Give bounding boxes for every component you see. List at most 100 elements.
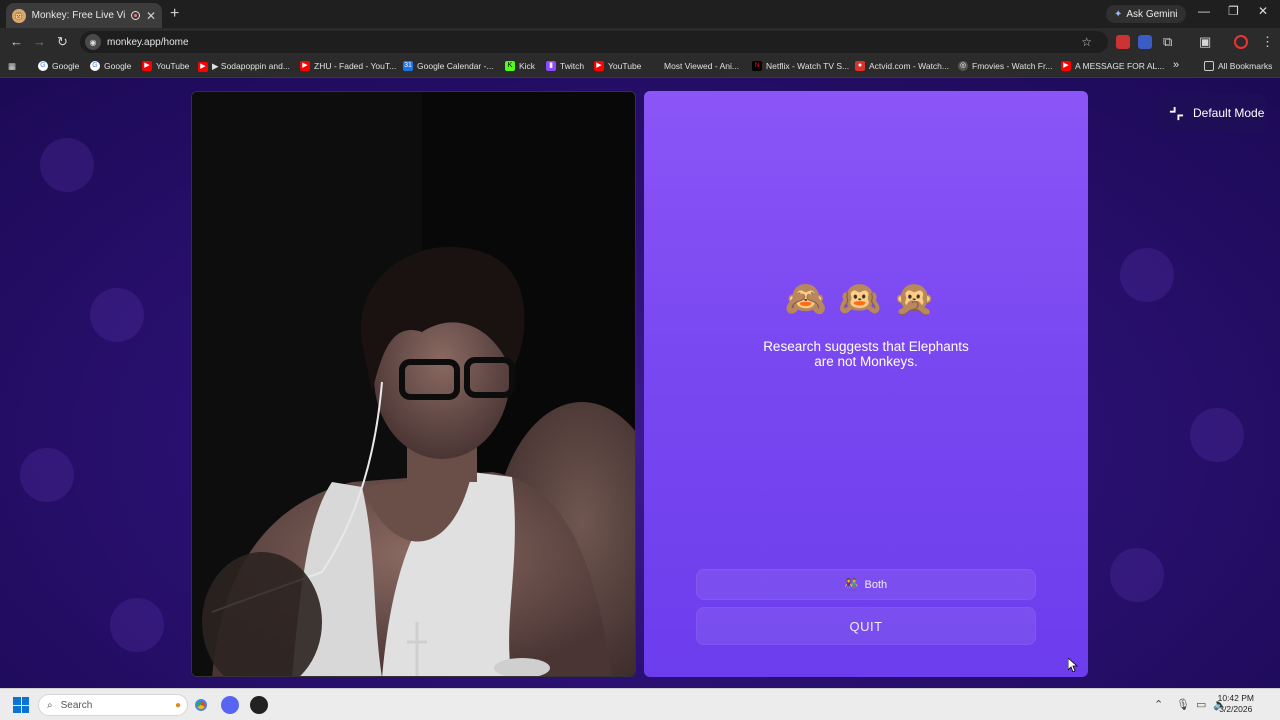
close-tab-icon[interactable]: ✕ [146, 9, 156, 23]
bookmark-label: Kick [519, 61, 536, 71]
search-icon: ⌕ [47, 699, 53, 711]
bookmark-label: Google [52, 61, 80, 71]
bookmarks-bar: ▦ G Google G Google ▶ YouTube ▶ ▶ Sodapoppin… [0, 56, 1280, 78]
close-window-button[interactable]: ✕ [1258, 4, 1268, 18]
mouse-cursor-icon [1068, 658, 1078, 672]
url-text[interactable]: monkey.app/home [107, 37, 189, 48]
apps-grid-icon[interactable]: ▦ [8, 61, 16, 72]
menu-icon[interactable]: ⋮ [1261, 34, 1274, 50]
youtube-icon: ▶ [198, 61, 208, 72]
gender-filter-label: Both [864, 578, 888, 591]
default-mode-button[interactable]: Default Mode [1158, 94, 1266, 132]
system-clock[interactable]: 10:42 PM 3/2/2026 [1218, 693, 1254, 715]
ask-gemini-button[interactable]: ✦ Ask Gemini [1106, 5, 1186, 23]
webcam-video [191, 91, 636, 677]
bookmark-netflix[interactable]: N Netflix - Watch TV S... [752, 61, 849, 71]
hear-no-evil-monkey-icon: 🙉 [838, 280, 894, 318]
background-pattern [20, 448, 74, 502]
new-tab-button[interactable]: + [170, 5, 179, 23]
minimize-button[interactable]: — [1198, 4, 1210, 18]
youtube-icon: ▶ [300, 61, 310, 71]
bookmark-actvid[interactable]: ● Actvid.com - Watch... [855, 61, 949, 71]
bookmark-google[interactable]: G Google [38, 61, 79, 71]
network-icon[interactable]: ▭ [1196, 698, 1206, 711]
bookmark-twitch[interactable]: ▮ Twitch [546, 61, 584, 71]
actvid-icon: ● [855, 61, 865, 71]
app-taskbar-icon[interactable] [250, 696, 268, 714]
reload-icon[interactable]: ↻ [57, 34, 68, 50]
bookmark-youtube[interactable]: ▶ YouTube [594, 61, 641, 71]
google-icon: G [38, 61, 48, 71]
taskbar-search[interactable]: ⌕ Search ● [38, 694, 188, 716]
bookmark-kick[interactable]: K Kick [505, 61, 535, 71]
both-genders-icon: 👫 [844, 579, 859, 591]
bookmark-label: Twitch [560, 61, 585, 71]
extensions-puzzle-icon[interactable]: ⧉ [1163, 34, 1172, 50]
gender-filter-button[interactable]: 👫 Both [696, 569, 1036, 600]
background-pattern [1190, 408, 1244, 462]
bookmark-label: Fmovies - Watch Fr... [972, 61, 1053, 71]
recording-icon [131, 11, 140, 20]
twitch-icon: ▮ [546, 61, 556, 71]
bookmark-message[interactable]: ▶ A MESSAGE FOR AL... [1061, 61, 1164, 71]
clock-date: 3/2/2026 [1219, 704, 1253, 714]
bookmark-sodapoppin[interactable]: ▶ ▶ Sodapoppin and... [198, 61, 290, 72]
bookmark-calendar[interactable]: 31 Google Calendar -... [403, 61, 494, 71]
bookmark-label: YouTube [608, 61, 642, 71]
calendar-icon: 31 [403, 61, 413, 71]
netflix-icon: N [752, 61, 762, 71]
address-bar[interactable]: ◉ monkey.app/home ☆ [80, 31, 1108, 53]
speak-no-evil-monkey-icon: 🙊 [893, 280, 948, 318]
google-icon: G [90, 61, 100, 71]
fmovies-icon: ◎ [958, 61, 968, 71]
site-info-icon[interactable]: ◉ [85, 34, 101, 50]
bookmark-label: A MESSAGE FOR AL... [1075, 61, 1165, 71]
see-no-evil-monkey-icon: 🙈 [784, 280, 839, 318]
profile-avatar[interactable] [1234, 35, 1248, 49]
bookmark-label: Most Viewed - Ani... [664, 61, 739, 71]
all-bookmarks-label: All Bookmarks [1218, 61, 1273, 71]
bookmark-google[interactable]: G Google [90, 61, 131, 71]
folder-icon [1204, 61, 1214, 71]
background-pattern [1110, 548, 1164, 602]
extension-icon[interactable] [1138, 35, 1152, 49]
bookmarks-overflow-button[interactable]: » [1173, 59, 1179, 71]
forward-icon[interactable]: → [33, 34, 46, 49]
matching-panel: 🙈🙉🙊 Research suggests that Elephants are… [644, 91, 1088, 677]
tab-title: Monkey: Free Live Video Chat [31, 10, 126, 21]
kick-icon: K [505, 61, 515, 71]
fun-fact-text: Research suggests that Elephants are not… [763, 339, 969, 369]
tray-overflow-icon[interactable]: ⌃ [1154, 698, 1163, 711]
windows-start-icon[interactable] [13, 697, 29, 713]
webcam-person [192, 92, 635, 676]
extension-icon[interactable] [1116, 35, 1130, 49]
discord-taskbar-icon[interactable] [221, 696, 239, 714]
bookmark-label: Actvid.com - Watch... [869, 61, 949, 71]
quit-button[interactable]: QUIT [696, 607, 1036, 645]
collapse-icon [1169, 106, 1184, 120]
all-bookmarks-button[interactable]: All Bookmarks [1204, 61, 1272, 71]
bookmark-zhu[interactable]: ▶ ZHU - Faded - YouT... [300, 61, 396, 71]
bookmark-most-viewed[interactable]: Most Viewed - Ani... [664, 61, 739, 71]
search-highlight-icon: ● [174, 699, 181, 711]
youtube-icon: ▶ [1061, 61, 1071, 71]
microphone-icon[interactable]: 🎙 [1176, 698, 1190, 711]
monkey-icon: 🐵 [12, 8, 26, 23]
clock-time: 10:42 PM [1217, 693, 1254, 703]
media-icon[interactable]: ▣ [1199, 34, 1211, 50]
monkey-emojis: 🙈🙉🙊 [644, 279, 1088, 319]
background-pattern [110, 598, 164, 652]
default-mode-label: Default Mode [1193, 106, 1265, 120]
chrome-taskbar-icon[interactable] [192, 696, 210, 714]
bookmark-fmovies[interactable]: ◎ Fmovies - Watch Fr... [958, 61, 1052, 71]
ask-gemini-label: Ask Gemini [1126, 8, 1178, 20]
bookmark-label: Google [104, 61, 132, 71]
restore-button[interactable]: ❐ [1228, 4, 1239, 18]
bookmark-youtube[interactable]: ▶ YouTube [142, 61, 189, 71]
bookmark-label: Google Calendar -... [417, 61, 494, 71]
bookmark-label: ▶ Sodapoppin and... [212, 61, 290, 71]
background-pattern [1120, 248, 1174, 302]
back-icon[interactable]: ← [10, 34, 23, 49]
browser-tab[interactable]: 🐵 Monkey: Free Live Video Chat ✕ [6, 3, 162, 28]
bookmark-star-icon[interactable]: ☆ [1081, 35, 1092, 49]
